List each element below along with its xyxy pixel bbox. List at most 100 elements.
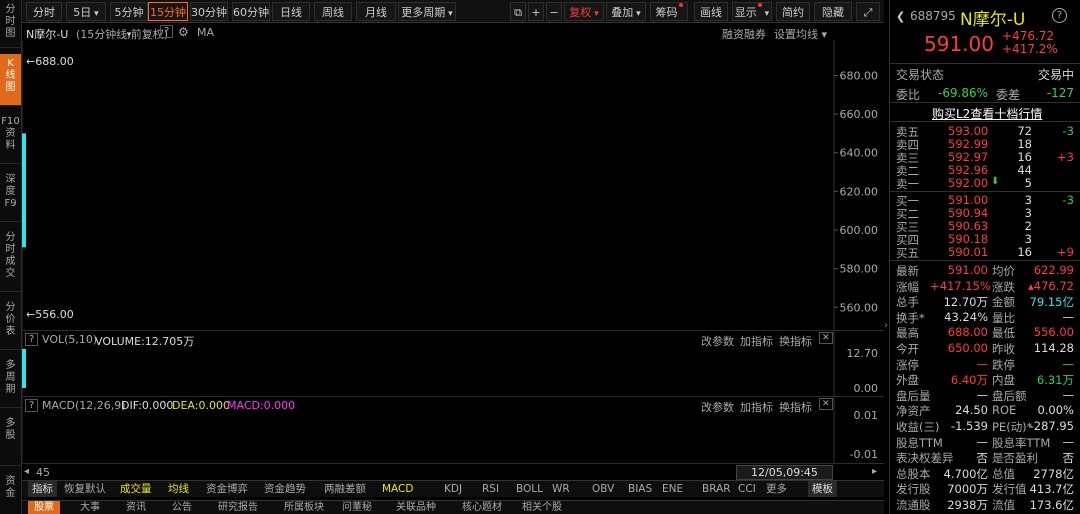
macd-help-icon[interactable]: ?: [25, 399, 39, 412]
indicator-tab-16[interactable]: CCI: [738, 481, 756, 497]
stat-value: 否: [1062, 451, 1075, 466]
overlay-button[interactable]: 叠加 ▾: [606, 2, 646, 21]
gear-icon[interactable]: ⚙: [178, 25, 189, 39]
book-vol: 72: [1017, 124, 1032, 138]
stat-label: 最低: [992, 326, 1015, 341]
help-icon[interactable]: ?: [160, 25, 174, 38]
period-tab-7[interactable]: 周线: [314, 2, 352, 21]
stat-value: —: [1062, 387, 1075, 402]
info-tab-8[interactable]: 核心题材: [462, 501, 502, 514]
stat-value: 4.700亿: [943, 466, 988, 481]
stat-value: 556.00: [1033, 325, 1074, 340]
indicator-tab-0[interactable]: 指标: [28, 481, 57, 497]
vol-add-indicator[interactable]: 加指标: [740, 333, 773, 349]
indicator-tab-12[interactable]: OBV: [592, 481, 614, 497]
indicator-tab-8[interactable]: KDJ: [444, 481, 462, 497]
indicator-tab-11[interactable]: WR: [552, 481, 570, 497]
indicator-tab-5[interactable]: 资金趋势: [264, 481, 306, 497]
period-tab-0[interactable]: 分时: [26, 2, 62, 21]
vol-change-params[interactable]: 改参数: [701, 333, 734, 349]
info-tab-6[interactable]: 问董秘: [342, 501, 372, 514]
indicator-tab-3[interactable]: 均线: [168, 481, 189, 497]
vol-title[interactable]: VOL(5,10): [42, 333, 97, 346]
collapse-panel-icon[interactable]: ›: [884, 320, 888, 331]
info-tab-0[interactable]: 股票: [28, 501, 60, 514]
period-tab-9[interactable]: 更多周期 ▾: [398, 2, 456, 21]
indicator-tab-4[interactable]: 资金博弈: [206, 481, 248, 497]
scroll-left-icon[interactable]: ◂: [24, 466, 29, 477]
vol-tick-label: 12.70: [847, 347, 879, 360]
macd-change-params[interactable]: 改参数: [701, 399, 734, 415]
indicator-tab-18[interactable]: 模板: [808, 481, 837, 497]
period-tab-3[interactable]: 15分钟: [148, 2, 188, 21]
book-change: +9: [1057, 245, 1074, 259]
vol-value: VOLUME:12.705万: [95, 335, 195, 348]
indicator-tab-14[interactable]: ENE: [662, 481, 683, 497]
period-tab-4[interactable]: 30分钟: [190, 2, 228, 21]
macd-close-icon[interactable]: ✕: [819, 398, 833, 410]
book-label: 买五: [896, 246, 919, 260]
book-vol: 18: [1017, 137, 1032, 151]
info-tab-4[interactable]: 研究报告: [218, 501, 258, 514]
info-tab-3[interactable]: 公告: [172, 501, 192, 514]
indicator-tab-2[interactable]: 成交量: [120, 481, 152, 497]
indicator-tab-15[interactable]: BRAR: [702, 481, 731, 497]
vol-help-icon[interactable]: ?: [25, 333, 39, 346]
help-circle-icon[interactable]: ?: [1052, 8, 1067, 23]
macd-value: MACD:0.000: [227, 399, 296, 412]
ma-label[interactable]: MA: [197, 26, 214, 39]
stat-label: 涨幅: [896, 279, 919, 294]
stat-value: 79.15亿: [1029, 295, 1074, 310]
stat-label: 外盘: [896, 373, 919, 388]
indicator-tab-7[interactable]: MACD: [382, 481, 413, 497]
info-tab-5[interactable]: 所属板块: [284, 501, 324, 514]
macd-title[interactable]: MACD(12,26,9): [42, 399, 126, 412]
chips-button[interactable]: 筹码: [650, 2, 688, 21]
expand-icon[interactable]: ⤢: [856, 2, 880, 21]
stat-value: 7000万: [947, 482, 988, 497]
hide-button[interactable]: 隐藏: [814, 2, 852, 21]
display-button[interactable]: 显示 ▾: [732, 2, 772, 21]
macd-dif: DIF:0.000: [121, 399, 174, 412]
scroll-right-icon[interactable]: ▸: [872, 466, 877, 477]
indicator-tab-6[interactable]: 两融差额: [324, 481, 366, 497]
info-tab-1[interactable]: 大事: [80, 501, 100, 514]
l2-link[interactable]: 购买L2查看十档行情: [932, 105, 1042, 122]
info-tab-7[interactable]: 关联品种: [396, 501, 436, 514]
stat-value: 114.28: [1033, 341, 1074, 355]
macd-switch-indicator[interactable]: 换指标: [779, 399, 812, 415]
y-tick-label: 640.00: [840, 147, 879, 160]
vol-switch-indicator[interactable]: 换指标: [779, 333, 812, 349]
book-price: 590.01: [948, 245, 989, 259]
stat-label: 总股本: [896, 466, 931, 481]
low-price-label: ←556.00: [26, 308, 74, 321]
vol-close-icon[interactable]: ✕: [819, 332, 833, 344]
stat-label: 涨跌: [992, 279, 1015, 294]
zoom-out-icon[interactable]: −: [546, 2, 562, 21]
indicator-tab-1[interactable]: 恢复默认: [64, 481, 106, 497]
restore-rights-button[interactable]: 复权 ▾: [564, 2, 604, 21]
window-icon[interactable]: ⧉: [510, 2, 526, 21]
period-tab-8[interactable]: 月线: [356, 2, 396, 21]
last-price: 591.00: [924, 32, 994, 56]
book-vol: 5: [1024, 176, 1032, 190]
period-tab-6[interactable]: 日线: [272, 2, 310, 21]
info-tab-2[interactable]: 资讯: [126, 501, 146, 514]
simple-button[interactable]: 简约: [776, 2, 810, 21]
indicator-tab-10[interactable]: BOLL: [516, 481, 543, 497]
book-price: 590.63: [948, 219, 989, 233]
indicator-tab-9[interactable]: RSI: [482, 481, 499, 497]
info-tab-9[interactable]: 相关个股: [522, 501, 562, 514]
indicator-tab-13[interactable]: BIAS: [628, 481, 652, 497]
indicator-tab-17[interactable]: 更多: [766, 481, 787, 497]
stat-value: -287.95: [1029, 419, 1074, 433]
stat-value: —: [976, 387, 989, 402]
draw-button[interactable]: 画线: [694, 2, 728, 21]
macd-add-indicator[interactable]: 加指标: [740, 399, 773, 415]
period-tab-1[interactable]: 5日 ▾: [66, 2, 106, 21]
stat-label: 内盘: [992, 373, 1015, 388]
back-icon[interactable]: ❮: [896, 10, 905, 23]
period-tab-5[interactable]: 60分钟: [232, 2, 270, 21]
period-tab-2[interactable]: 5分钟 ▾: [110, 2, 148, 40]
zoom-in-icon[interactable]: +: [528, 2, 544, 21]
